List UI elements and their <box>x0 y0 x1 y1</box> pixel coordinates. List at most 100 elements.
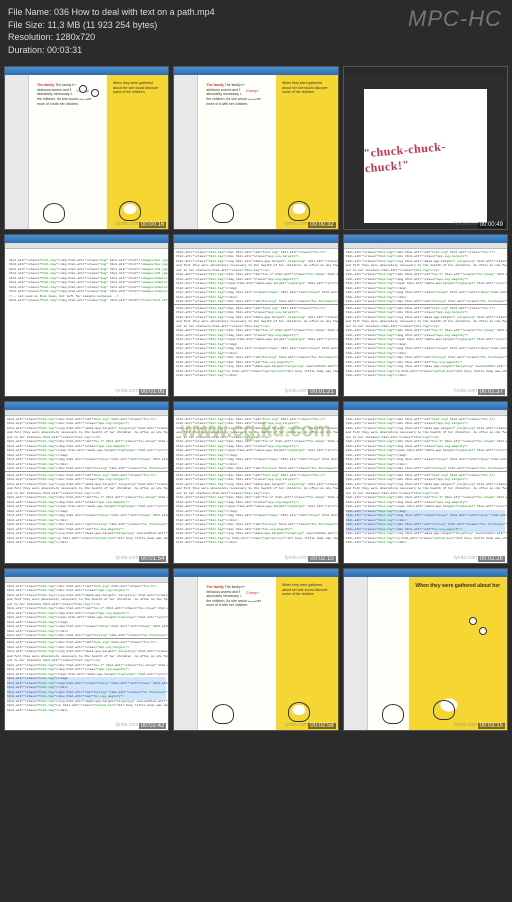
code-pane-top[interactable]: html-attr">class="html-tag"><div html-at… <box>5 416 168 472</box>
thumbnail-11[interactable]: When they were gathered about her lynda.… <box>343 568 508 731</box>
hen-illustration <box>284 698 314 722</box>
window-titlebar <box>5 569 168 577</box>
code-pane-bottom[interactable]: html-attr">class="html-tag"><div html-at… <box>344 305 507 397</box>
code-pane-bottom[interactable]: html-attr">class="html-tag"><div html-at… <box>344 472 507 564</box>
timestamp: 00:00:16 <box>139 222 166 228</box>
thumbnail-5[interactable]: html-attr">class="html-tag"><div html-at… <box>343 234 508 397</box>
code-pane-top[interactable]: html-attr">class="html-tag"><div html-at… <box>344 416 507 472</box>
timestamp: 00:00:49 <box>478 222 505 228</box>
timestamp: 00:00:32 <box>308 222 335 228</box>
resolution-label: Resolution: <box>8 32 53 42</box>
speech-bubble: Cheep! <box>240 585 264 601</box>
book-spread: Cheep! The family The family loved her d… <box>5 75 168 228</box>
window-titlebar <box>344 235 507 243</box>
filename-value: 036 How to deal with text on a path.mp4 <box>54 7 215 17</box>
thumbnail-1[interactable]: Cheep! The family The family loved her d… <box>173 66 338 229</box>
lynda-watermark: lynda.com <box>116 722 139 728</box>
window-titlebar <box>174 67 337 75</box>
headline-text: When they were gathered about her <box>415 583 501 590</box>
opening-red: The family <box>206 83 223 87</box>
book-right-page: When they were gathered about her <box>409 577 507 730</box>
duration-value: 00:03:31 <box>47 45 82 55</box>
thumbnail-9[interactable]: html-attr">class="html-tag"><div html-at… <box>4 568 169 731</box>
timestamp: 00:02:26 <box>478 556 505 562</box>
timestamp: 00:02:42 <box>139 723 166 729</box>
window-titlebar <box>174 569 337 577</box>
timestamp: 00:01:05 <box>139 389 166 395</box>
thumbnail-8[interactable]: html-attr">class="html-tag"><div html-at… <box>343 401 508 564</box>
lynda-watermark: lynda.com <box>285 221 308 227</box>
book-right-page: When they were gathered about her she wo… <box>276 577 337 730</box>
window-titlebar <box>5 67 168 75</box>
window-titlebar <box>5 402 168 410</box>
book-right-page: When they were gathered about her she wo… <box>107 75 168 228</box>
book-left-page: Cheep! The family The family loved her d… <box>198 577 276 730</box>
hen-illustration <box>208 199 238 223</box>
code-editor[interactable]: html-attr">class="html-tag"><img html-at… <box>5 249 168 397</box>
lynda-watermark: lynda.com <box>116 221 139 227</box>
book-left-page: Cheep! The family The family loved her d… <box>29 75 107 228</box>
canvas: "chuck-chuck-chuck!" <box>364 89 487 222</box>
hen-illustration <box>429 690 469 720</box>
hen-illustration <box>284 197 314 221</box>
right-text: When they were gathered about her she wo… <box>282 583 331 597</box>
window-titlebar <box>174 235 337 243</box>
window-titlebar <box>344 67 507 75</box>
book-left-page: Cheep! The family The family loved her d… <box>198 75 276 228</box>
opening-red: The family <box>37 83 54 87</box>
app-sidebar <box>174 577 198 730</box>
chick-icon <box>479 627 487 635</box>
timestamp: 00:01:37 <box>478 389 505 395</box>
window-titlebar <box>344 569 507 577</box>
opening-red: The family <box>206 585 223 589</box>
photoshop-window: "chuck-chuck-chuck!" <box>344 75 507 228</box>
app-sidebar <box>5 75 29 228</box>
book-left-page <box>368 577 410 730</box>
code-pane-top[interactable]: html-attr">class="html-tag"><div html-at… <box>174 416 337 472</box>
thumbnail-10[interactable]: Cheep! The family The family loved her d… <box>173 568 338 731</box>
hen-illustration <box>115 197 145 221</box>
filesize-label: File Size: <box>8 20 45 30</box>
info-resolution: Resolution: 1280x720 <box>8 31 504 44</box>
app-sidebar <box>344 577 368 730</box>
chick-icon <box>469 617 477 625</box>
code-pane-top[interactable]: html-attr">class="html-tag"><div html-at… <box>174 249 337 305</box>
lynda-watermark: lynda.com <box>116 388 139 394</box>
lynda-watermark: lynda.com <box>454 555 477 561</box>
app-sidebar <box>174 75 198 228</box>
filename-label: File Name: <box>8 7 52 17</box>
thumbnail-6[interactable]: html-attr">class="html-tag"><div html-at… <box>4 401 169 564</box>
thumbnail-0[interactable]: Cheep! The family The family loved her d… <box>4 66 169 229</box>
timestamp: 00:02:58 <box>308 723 335 729</box>
path-text: "chuck-chuck-chuck!" <box>363 136 488 177</box>
timestamp: 00:01:21 <box>308 389 335 395</box>
book-right-page: When they were gathered about her she wo… <box>276 75 337 228</box>
code-pane-bottom[interactable]: html-attr">class="html-tag"><div html-at… <box>174 472 337 564</box>
right-text: When they were gathered about her she wo… <box>113 81 162 95</box>
code-pane-top[interactable]: html-attr">class="html-tag"><div html-at… <box>5 583 168 639</box>
code-pane-top[interactable]: html-attr">class="html-tag"><div html-at… <box>344 249 507 305</box>
hen-illustration <box>208 700 238 724</box>
lynda-watermark: lynda.com <box>285 722 308 728</box>
lynda-watermark: lynda.com <box>454 722 477 728</box>
lynda-watermark: lynda.com <box>285 388 308 394</box>
thumbnail-grid: Cheep! The family The family loved her d… <box>0 62 512 902</box>
app-watermark: MPC-HC <box>408 6 502 32</box>
thumbnail-3[interactable]: html-attr">class="html-tag"><img html-at… <box>4 234 169 397</box>
window-titlebar <box>5 235 168 243</box>
lynda-watermark: lynda.com <box>285 555 308 561</box>
book-spread: Cheep! The family The family loved her d… <box>174 75 337 228</box>
hen-illustration <box>39 199 69 223</box>
code-pane-bottom[interactable]: html-attr">class="html-tag"><div html-at… <box>5 639 168 731</box>
window-titlebar <box>344 402 507 410</box>
thumbnail-4[interactable]: html-attr">class="html-tag"><div html-at… <box>173 234 338 397</box>
thumbnail-7[interactable]: html-attr">class="html-tag"><div html-at… <box>173 401 338 564</box>
timestamp: 00:01:54 <box>139 556 166 562</box>
code-pane-bottom[interactable]: html-attr">class="html-tag"><div html-at… <box>5 472 168 564</box>
timestamp: 00:03:15 <box>478 723 505 729</box>
timestamp: 00:02:10 <box>308 556 335 562</box>
book-spread: Cheep! The family The family loved her d… <box>174 577 337 730</box>
lynda-watermark: lynda.com <box>454 221 477 227</box>
thumbnail-2[interactable]: "chuck-chuck-chuck!" lynda.com 00:00:49 <box>343 66 508 229</box>
code-pane-bottom[interactable]: html-attr">class="html-tag"><div html-at… <box>174 305 337 397</box>
